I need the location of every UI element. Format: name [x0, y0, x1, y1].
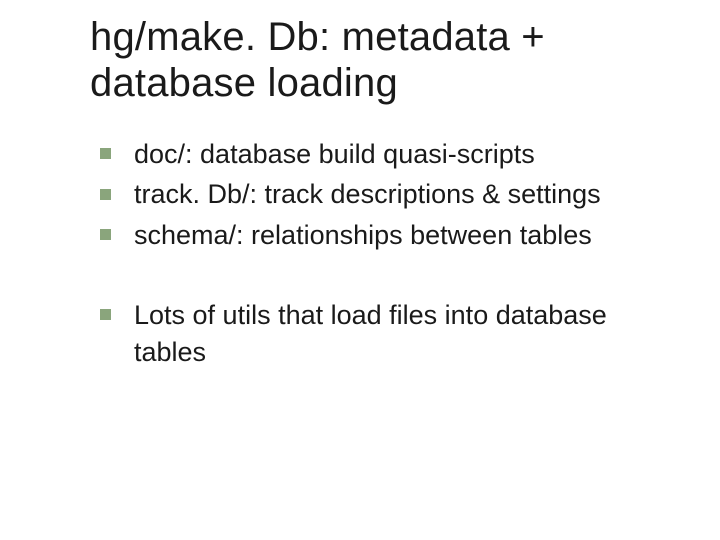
list-item: Lots of utils that load files into datab… — [90, 297, 680, 370]
square-bullet-icon — [100, 148, 111, 159]
bullet-list-2: Lots of utils that load files into datab… — [90, 297, 680, 370]
square-bullet-icon — [100, 309, 111, 320]
list-item-text: Lots of utils that load files into datab… — [134, 300, 607, 366]
list-item-text: doc/: database build quasi-scripts — [134, 139, 535, 169]
list-item: track. Db/: track descriptions & setting… — [90, 176, 680, 212]
slide-title: hg/make. Db: metadata + database loading — [90, 14, 680, 106]
list-item: doc/: database build quasi-scripts — [90, 136, 680, 172]
square-bullet-icon — [100, 189, 111, 200]
list-item-text: schema/: relationships between tables — [134, 220, 592, 250]
bullet-list-1: doc/: database build quasi-scripts track… — [90, 136, 680, 253]
square-bullet-icon — [100, 229, 111, 240]
list-item: schema/: relationships between tables — [90, 217, 680, 253]
slide: hg/make. Db: metadata + database loading… — [0, 0, 720, 540]
list-item-text: track. Db/: track descriptions & setting… — [134, 179, 601, 209]
spacer — [60, 257, 680, 293]
